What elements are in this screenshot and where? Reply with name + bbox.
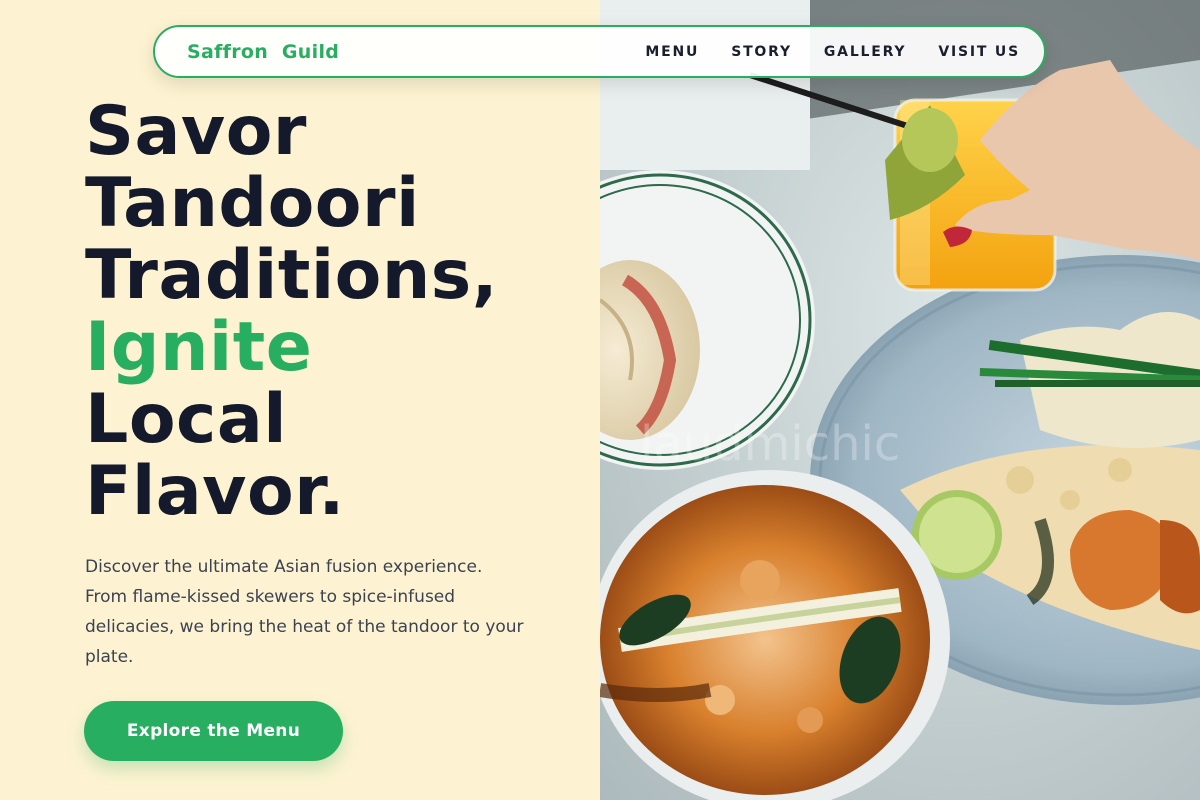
nav-link-gallery[interactable]: GALLERY (824, 44, 906, 60)
food-photo: laudmichic (600, 0, 1200, 800)
headline-line: Local (85, 380, 288, 459)
headline-line: Savor (85, 92, 307, 171)
nav-links: MENU STORY GALLERY VISIT US (613, 44, 1020, 60)
headline-line: Traditions, (85, 236, 499, 315)
top-navbar: Saffron Guild MENU STORY GALLERY VISIT U… (153, 25, 1046, 78)
headline-line: Tandoori (85, 164, 420, 243)
nav-link-story[interactable]: STORY (731, 44, 792, 60)
watermark-text: laudmichic (640, 416, 900, 472)
nav-link-menu[interactable]: MENU (645, 44, 699, 60)
hero-headline: Savor Tandoori Traditions, Ignite Local … (85, 96, 565, 528)
brand-logo-text[interactable]: Saffron Guild (187, 41, 339, 63)
nav-link-visit-us[interactable]: VISIT US (938, 44, 1020, 60)
explore-menu-button[interactable]: Explore the Menu (84, 701, 343, 761)
headline-accent-line: Ignite (85, 308, 313, 387)
headline-line: Flavor. (85, 452, 345, 531)
hero-description: Discover the ultimate Asian fusion exper… (85, 557, 524, 667)
hero-image-panel: laudmichic (600, 0, 1200, 800)
